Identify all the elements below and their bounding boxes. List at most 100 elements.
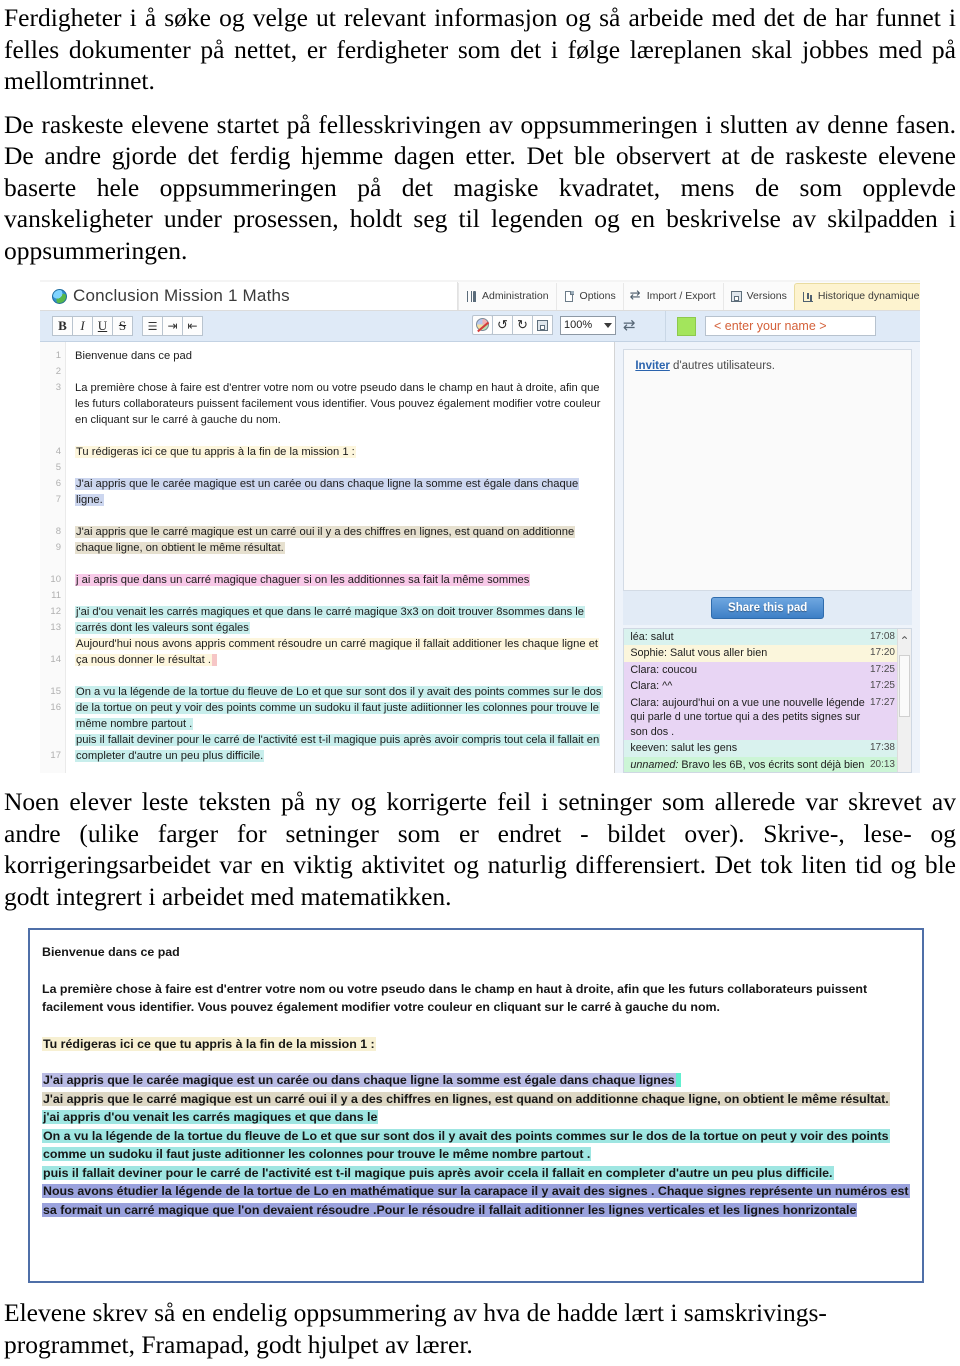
undo-icon: ↺ bbox=[497, 317, 508, 332]
menu-import-export[interactable]: Import / Export bbox=[622, 282, 723, 310]
pad-title: Conclusion Mission 1 Maths bbox=[73, 286, 290, 305]
pad-line-text: j ai apris que dans un carré magique cha… bbox=[75, 574, 531, 586]
screenshot-framapad-editor: Conclusion Mission 1 Maths Administratio… bbox=[40, 280, 920, 773]
pad-line: Aujourd'hui nous avons appris comment ré… bbox=[75, 636, 608, 668]
chat-text: coucou bbox=[659, 663, 697, 676]
underline-button[interactable]: U bbox=[92, 316, 113, 336]
paragraph-correction: Noen elever leste teksten på ny og korri… bbox=[4, 787, 956, 911]
pad-top-bar: Conclusion Mission 1 Maths Administratio… bbox=[40, 282, 920, 311]
chat-author: keeven: bbox=[630, 742, 669, 755]
chat-scrollbar-thumb[interactable] bbox=[899, 654, 910, 717]
zoom-value: 100% bbox=[564, 319, 593, 331]
chat-message: Sophie: Salut vous aller bien 17:20 bbox=[624, 645, 911, 662]
line-number: 12 bbox=[50, 606, 61, 617]
invite-link[interactable]: Inviter bbox=[635, 360, 670, 372]
italic-button[interactable]: I bbox=[72, 316, 93, 336]
indent-icon bbox=[167, 318, 177, 334]
zoom-select[interactable]: 100% bbox=[560, 315, 616, 335]
menu-options[interactable]: Options bbox=[555, 282, 623, 310]
document-icon bbox=[563, 290, 576, 303]
chat-text: Bravo les 6B, vos écrits sont déjà bien bbox=[678, 758, 865, 771]
line-number: 15 bbox=[50, 686, 61, 697]
pad-toolbar: B I U S ↺ ↻ bbox=[40, 311, 920, 342]
pad-editor-pane[interactable]: 1 2 3 4 5 6 7 8 9 10 11 12 13 14 15 16 1… bbox=[40, 342, 616, 773]
chat-message: keeven: salut les gens 17:38 bbox=[624, 740, 911, 757]
unordered-list-button[interactable] bbox=[142, 316, 163, 336]
invite-line: Inviter d'autres utilisateurs. bbox=[635, 360, 900, 372]
final-pad-line: La première chose à faire est d'entrer v… bbox=[42, 980, 910, 1017]
menu-administration[interactable]: Administration bbox=[458, 282, 556, 310]
chat-message-list: léa: salut 17:08 Sophie: Salut vous alle… bbox=[624, 628, 911, 772]
pad-line-text: J'ai appris que le carée magique est un … bbox=[75, 478, 580, 506]
chat-time: 17:08 bbox=[869, 630, 895, 642]
floppy-icon bbox=[536, 319, 549, 332]
chat-author: Clara: bbox=[630, 696, 660, 709]
menu-administration-label: Administration bbox=[482, 290, 549, 302]
menu-historique-dynamique[interactable]: Historique dynamique bbox=[793, 282, 920, 310]
line-number: 6 bbox=[55, 478, 61, 489]
text-format-group: B I U S bbox=[52, 316, 133, 336]
line-number: 1 bbox=[55, 350, 61, 361]
menu-versions[interactable]: Versions bbox=[722, 282, 794, 310]
bold-button[interactable]: B bbox=[52, 316, 73, 336]
line-number: 8 bbox=[55, 526, 61, 537]
final-pad-line-text: La première chose à faire est d'entrer v… bbox=[42, 981, 868, 1015]
final-pad-line-text: puis il fallait deviner pour le carré de… bbox=[42, 1165, 834, 1180]
pad-line: J'ai appris que le carée magique est un … bbox=[75, 476, 608, 508]
screenshot-final-pad: Bienvenue dans ce pad La première chose … bbox=[28, 928, 924, 1283]
chat-scrollbar[interactable]: ⌃ bbox=[897, 628, 911, 772]
save-revision-button[interactable] bbox=[532, 315, 553, 335]
pad-body: 1 2 3 4 5 6 7 8 9 10 11 12 13 14 15 16 1… bbox=[40, 342, 920, 773]
strikethrough-button[interactable]: S bbox=[112, 316, 133, 336]
final-pad-line-text: Tu rédigeras ici ce que tu appris à la f… bbox=[42, 1036, 376, 1051]
final-pad-line: J'ai appris que le carée magique est un … bbox=[42, 1071, 910, 1090]
redo-button[interactable]: ↻ bbox=[512, 315, 533, 335]
globe-icon bbox=[52, 288, 67, 304]
menu-import-export-label: Import / Export bbox=[646, 290, 716, 302]
clear-authorship-colors-button[interactable] bbox=[472, 315, 493, 335]
user-color-swatch[interactable] bbox=[677, 316, 696, 336]
chevron-up-icon[interactable]: ⌃ bbox=[899, 632, 910, 650]
chat-message: Clara: ^^ 17:25 bbox=[624, 678, 911, 695]
toolbar-middle-group: ↺ ↻ 100% ⇄ bbox=[472, 315, 636, 335]
chat-text: Salut vous aller bien bbox=[666, 647, 768, 660]
chat-time: 20:13 bbox=[869, 758, 895, 770]
chat-author: Clara: bbox=[630, 680, 660, 693]
final-pad-line-text: Nous avons étudier la légende de la tort… bbox=[42, 1184, 910, 1217]
pad-line-text: J'ai appris que le carré magique est un … bbox=[75, 526, 576, 554]
pad-line: Tu rédigeras ici ce que tu appris à la f… bbox=[75, 444, 608, 460]
document-page: Ferdigheter i å søke og velge ut relevan… bbox=[0, 2, 960, 1366]
final-pad-line: J'ai appris que le carré magique est un … bbox=[42, 1090, 910, 1109]
redo-icon: ↻ bbox=[517, 317, 528, 332]
share-this-pad-button[interactable]: Share this pad bbox=[711, 596, 825, 619]
utensils-icon bbox=[465, 290, 478, 303]
final-pad-line: Nous avons étudier la légende de la tort… bbox=[42, 1182, 910, 1219]
chat-author: unnamed: bbox=[630, 758, 679, 771]
pad-text-lines[interactable]: Bienvenue dans ce pad La première chose … bbox=[66, 342, 614, 773]
pad-line: j ai apris que dans un carré magique cha… bbox=[75, 572, 608, 588]
line-number: 13 bbox=[50, 622, 61, 633]
chat-message: léa: salut 17:08 bbox=[624, 628, 911, 646]
undo-button[interactable]: ↺ bbox=[492, 315, 513, 335]
pad-line: puis il fallait deviner pour le carré de… bbox=[75, 732, 608, 764]
indent-button[interactable] bbox=[162, 316, 183, 336]
user-name-input[interactable]: < enter your name > bbox=[705, 316, 876, 336]
line-number-gutter: 1 2 3 4 5 6 7 8 9 10 11 12 13 14 15 16 1… bbox=[40, 342, 66, 773]
line-number: 2 bbox=[55, 366, 61, 377]
pad-title-area: Conclusion Mission 1 Maths bbox=[40, 282, 458, 310]
pad-line-text: Bienvenue dans ce pad bbox=[75, 350, 192, 362]
user-identity-area: < enter your name > bbox=[665, 311, 920, 341]
pad-line-text: La première chose à faire est d'entrer v… bbox=[75, 382, 601, 426]
invite-panel: Inviter d'autres utilisateurs. bbox=[623, 349, 912, 592]
final-pad-line: j'ai appris d'ou venait les carrés magiq… bbox=[42, 1108, 910, 1127]
import-export-icon[interactable]: ⇄ bbox=[623, 317, 636, 333]
swap-arrows-icon bbox=[630, 288, 643, 303]
list-icon bbox=[148, 318, 158, 334]
final-pad-line: Tu rédigeras ici ce que tu appris à la f… bbox=[42, 1035, 910, 1054]
chevron-down-icon bbox=[604, 322, 612, 328]
paragraph-intro: Ferdigheter i å søke og velge ut relevan… bbox=[4, 3, 956, 95]
pad-menu-bar: Administration Options Import / Export V… bbox=[458, 282, 920, 310]
line-number: 16 bbox=[50, 702, 61, 713]
chat-author: Clara: bbox=[630, 663, 660, 676]
outdent-button[interactable] bbox=[182, 316, 203, 336]
